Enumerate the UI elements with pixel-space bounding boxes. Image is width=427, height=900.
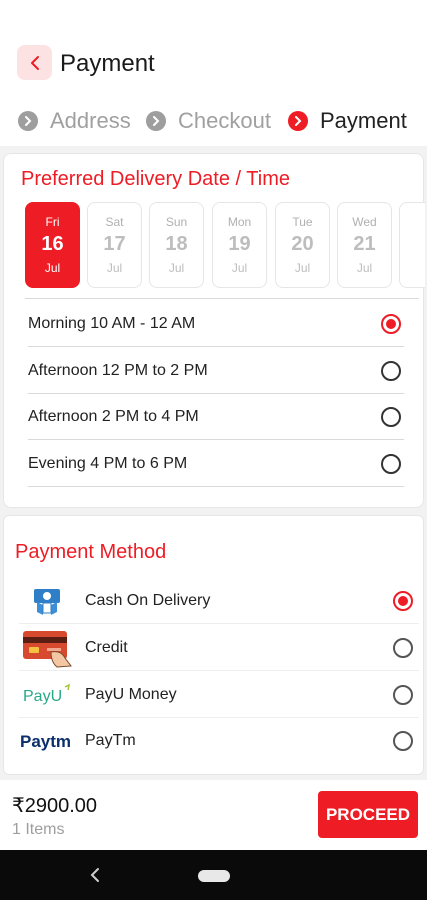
delivery-section-title: Preferred Delivery Date / Time (21, 168, 290, 190)
payment-option-payu[interactable]: PayU PayU Money (19, 672, 419, 718)
date-number: 19 (228, 233, 251, 255)
date-day: Fri (45, 215, 60, 229)
radio-button[interactable] (393, 685, 413, 705)
time-slot-label: Morning 10 AM - 12 AM (28, 315, 196, 332)
chevron-left-icon (30, 55, 39, 70)
date-number: 20 (291, 233, 314, 255)
date-tile-fri-16[interactable]: Fri 16 Jul (25, 202, 80, 288)
date-tile-sun-18[interactable]: Sun 18 Jul (149, 202, 204, 288)
proceed-button[interactable]: PROCEED (318, 791, 418, 838)
top-bar: Payment (0, 0, 427, 100)
radio-button[interactable] (393, 731, 413, 751)
date-number: 21 (353, 233, 376, 255)
payment-section-title: Payment Method (15, 541, 167, 563)
system-navigation-bar (0, 850, 427, 900)
step-label: Address (50, 108, 131, 133)
back-button[interactable] (17, 45, 52, 80)
date-month: Jul (294, 261, 311, 275)
items-count: 1 Items (12, 821, 65, 838)
time-slot-option[interactable]: Evening 4 PM to 6 PM (28, 441, 404, 487)
checkout-summary-bar: ₹2900.00 1 Items PROCEED (0, 780, 427, 850)
time-slot-label: Afternoon 12 PM to 2 PM (28, 362, 208, 379)
radio-button[interactable] (381, 454, 401, 474)
date-tile-sat-17[interactable]: Sat 17 Jul (87, 202, 142, 288)
time-slot-option[interactable]: Afternoon 2 PM to 4 PM (28, 394, 404, 440)
cash-on-delivery-icon (19, 584, 75, 618)
radio-button-selected[interactable] (393, 591, 413, 611)
date-month: Jul (356, 261, 373, 275)
chevron-right-icon (146, 111, 166, 131)
delivery-card: Preferred Delivery Date / Time Fri 16 Ju… (3, 153, 425, 508)
date-day: Mon (227, 215, 252, 229)
payment-option-label: PayU Money (85, 686, 177, 703)
date-month: Jul (231, 261, 248, 275)
payment-option-credit[interactable]: Credit (19, 625, 419, 671)
date-day: Wed (352, 215, 377, 229)
date-month: Jul (44, 261, 61, 275)
date-number: 18 (165, 233, 188, 255)
payment-option-paytm[interactable]: Paytm PayTm (19, 718, 419, 764)
time-slot-option[interactable]: Afternoon 12 PM to 2 PM (28, 348, 404, 394)
date-day: Sat (105, 215, 124, 229)
step-checkout[interactable]: Checkout (146, 108, 271, 134)
payment-method-card: Payment Method Cash On Delivery Credit P… (3, 515, 424, 775)
nav-back-icon[interactable] (88, 865, 102, 885)
date-selector: Fri 16 Jul Sat 17 Jul Sun 18 Jul Mon 19 … (25, 202, 425, 290)
payu-logo: PayU (19, 678, 75, 712)
credit-card-icon (19, 627, 75, 669)
page-title: Payment (60, 50, 155, 77)
chevron-right-icon (288, 111, 308, 131)
date-tile-wed-21[interactable]: Wed 21 Jul (337, 202, 392, 288)
payment-option-label: Cash On Delivery (85, 592, 211, 609)
divider (25, 298, 419, 299)
nav-home-pill[interactable] (198, 870, 230, 882)
svg-text:Paytm: Paytm (20, 732, 71, 751)
checkout-stepper: Address Checkout Payment (0, 100, 427, 146)
time-slot-option[interactable]: Morning 10 AM - 12 AM (28, 301, 404, 347)
time-slot-label: Afternoon 2 PM to 4 PM (28, 408, 199, 425)
radio-button[interactable] (393, 638, 413, 658)
date-tile-partial[interactable] (399, 202, 425, 288)
date-tile-mon-19[interactable]: Mon 19 Jul (212, 202, 267, 288)
paytm-logo: Paytm (19, 724, 75, 758)
payment-option-label: Credit (85, 639, 128, 656)
date-day: Sun (165, 215, 188, 229)
radio-button[interactable] (381, 361, 401, 381)
svg-text:PayU: PayU (23, 688, 62, 705)
payment-option-label: PayTm (85, 732, 136, 749)
date-number: 17 (103, 233, 126, 255)
date-number: 16 (41, 233, 64, 255)
radio-button[interactable] (381, 407, 401, 427)
step-payment[interactable]: Payment (288, 108, 407, 134)
radio-button-selected[interactable] (381, 314, 401, 334)
date-month: Jul (168, 261, 185, 275)
date-day: Tue (292, 215, 313, 229)
date-month: Jul (106, 261, 123, 275)
step-label: Checkout (178, 108, 271, 133)
total-amount: ₹2900.00 (12, 795, 98, 817)
chevron-right-icon (18, 111, 38, 131)
step-label: Payment (320, 108, 407, 133)
date-tile-tue-20[interactable]: Tue 20 Jul (275, 202, 330, 288)
step-address[interactable]: Address (18, 108, 131, 134)
payment-option-cod[interactable]: Cash On Delivery (19, 578, 419, 624)
time-slot-label: Evening 4 PM to 6 PM (28, 455, 188, 472)
